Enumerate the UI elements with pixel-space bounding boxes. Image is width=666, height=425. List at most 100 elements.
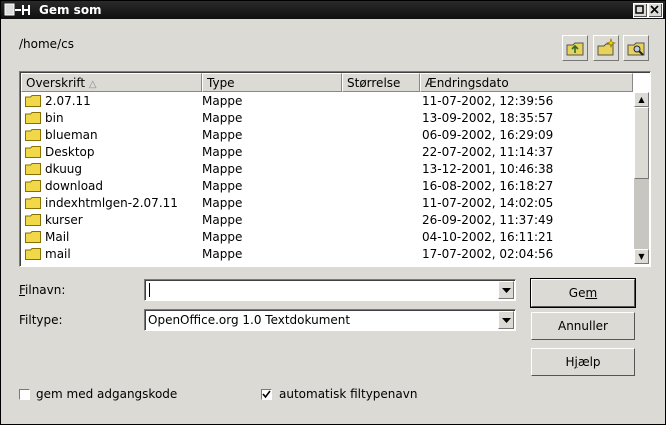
file-name: dkuug xyxy=(45,162,83,176)
file-date: 11-07-2002, 12:39:56 xyxy=(422,94,554,108)
table-row[interactable]: mail Mappe 17-07-2002, 02:04:56 xyxy=(21,246,633,263)
file-name: Mail xyxy=(45,230,70,244)
file-type: Mappe xyxy=(202,196,243,210)
file-type: Mappe xyxy=(202,230,243,244)
file-type: Mappe xyxy=(202,247,243,261)
file-name: indexhtmlgen-2.07.11 xyxy=(45,196,178,210)
column-header-date-label: Ændringsdato xyxy=(425,76,509,90)
folder-icon xyxy=(25,197,41,209)
filename-dropdown-button[interactable] xyxy=(498,281,514,299)
file-date: 16-08-2002, 16:18:27 xyxy=(422,179,554,193)
table-row[interactable]: 2.07.11 Mappe 11-07-2002, 12:39:56 xyxy=(21,93,633,110)
filetype-dropdown-button[interactable] xyxy=(498,311,514,329)
vertical-scrollbar[interactable]: ▲ ▼ xyxy=(634,92,649,264)
file-date: 17-07-2002, 02:04:56 xyxy=(422,247,554,261)
file-name: mail xyxy=(45,247,71,261)
chevron-down-icon xyxy=(502,318,511,323)
password-checkbox[interactable] xyxy=(19,389,30,400)
column-header-size-label: Størrelse xyxy=(347,76,401,90)
cancel-button-label: Annuller xyxy=(557,319,608,333)
filename-label-text: ilnavn: xyxy=(25,283,66,297)
filename-combobox[interactable] xyxy=(144,279,516,301)
auto-extension-checkbox[interactable] xyxy=(261,389,272,400)
title-bar[interactable]: Gem som xyxy=(1,1,665,19)
scroll-down-button[interactable]: ▼ xyxy=(634,249,649,264)
table-row[interactable]: indexhtmlgen-2.07.11 Mappe 11-07-2002, 14:… xyxy=(21,195,633,212)
sort-ascending-icon: △ xyxy=(88,79,97,90)
file-date: 04-10-2002, 16:11:21 xyxy=(422,230,554,244)
folder-icon xyxy=(25,231,41,243)
file-date: 13-12-2001, 10:46:38 xyxy=(422,162,554,176)
close-icon xyxy=(650,5,659,14)
table-row[interactable]: Desktop Mappe 22-07-2002, 11:14:37 xyxy=(21,144,633,161)
file-type: Mappe xyxy=(202,145,243,159)
save-as-dialog: Gem som /home/cs Overskrift △ Type Størr… xyxy=(0,0,666,425)
file-date: 06-09-2002, 16:29:09 xyxy=(422,128,554,142)
file-list[interactable]: Overskrift △ Type Størrelse Ændringsdato… xyxy=(19,71,651,267)
folder-icon xyxy=(25,248,41,260)
filename-label: Filnavn: xyxy=(19,283,65,297)
folder-up-icon xyxy=(566,42,584,56)
folder-icon xyxy=(25,95,41,107)
folder-browse-button[interactable] xyxy=(623,35,649,61)
table-row[interactable]: blueman Mappe 06-09-2002, 16:29:09 xyxy=(21,127,633,144)
table-row[interactable]: Mail Mappe 04-10-2002, 16:11:21 xyxy=(21,229,633,246)
file-date: 26-09-2002, 11:37:49 xyxy=(422,213,554,227)
window-menu-icon[interactable] xyxy=(4,3,32,17)
chevron-down-icon xyxy=(502,288,511,293)
help-button-label-rest: ælp xyxy=(577,355,601,369)
folder-icon xyxy=(25,163,41,175)
window-title: Gem som xyxy=(39,3,102,17)
file-name: Desktop xyxy=(45,145,95,159)
help-button[interactable]: Hjælp xyxy=(531,348,635,376)
scrollbar-thumb[interactable] xyxy=(634,107,649,179)
file-date: 13-09-2002, 18:35:57 xyxy=(422,111,554,125)
folder-icon xyxy=(25,214,41,226)
cancel-button[interactable]: Annuller xyxy=(531,312,635,340)
scroll-up-button[interactable]: ▲ xyxy=(634,92,649,107)
file-type: Mappe xyxy=(202,111,243,125)
maximize-button[interactable] xyxy=(633,3,648,18)
table-row[interactable]: download Mappe 16-08-2002, 16:18:27 xyxy=(21,178,633,195)
close-button[interactable] xyxy=(648,3,663,18)
folder-icon xyxy=(25,146,41,158)
file-type: Mappe xyxy=(202,94,243,108)
filetype-selected-value: OpenOffice.org 1.0 Textdokument xyxy=(148,313,351,327)
checkmark-icon xyxy=(262,390,271,399)
table-row[interactable]: kurser Mappe 26-09-2002, 11:37:49 xyxy=(21,212,633,229)
file-name: bin xyxy=(45,111,64,125)
column-header-date[interactable]: Ændringsdato xyxy=(420,73,633,92)
file-name: 2.07.11 xyxy=(45,94,91,108)
column-header-size[interactable]: Størrelse xyxy=(342,73,420,92)
file-name: kurser xyxy=(45,213,83,227)
table-row[interactable]: dkuug Mappe 13-12-2001, 10:46:38 xyxy=(21,161,633,178)
filetype-select[interactable]: OpenOffice.org 1.0 Textdokument xyxy=(144,309,516,331)
password-checkbox-label[interactable]: gem med adgangskode xyxy=(36,387,177,401)
file-type: Mappe xyxy=(202,179,243,193)
new-folder-icon xyxy=(597,38,616,56)
file-date: 22-07-2002, 11:14:37 xyxy=(422,145,554,159)
file-type: Mappe xyxy=(202,128,243,142)
folder-browse-icon xyxy=(627,42,645,56)
file-name: blueman xyxy=(45,128,98,142)
folder-icon xyxy=(25,129,41,141)
column-header-name-label: Overskrift xyxy=(26,76,86,90)
file-type: Mappe xyxy=(202,162,243,176)
save-button[interactable]: Gem xyxy=(530,278,636,308)
folder-up-button[interactable] xyxy=(562,35,588,61)
column-header-type[interactable]: Type xyxy=(202,73,342,92)
new-folder-button[interactable] xyxy=(593,35,619,61)
auto-extension-checkbox-label[interactable]: automatisk filtypenavn xyxy=(279,387,417,401)
table-row[interactable]: bin Mappe 13-09-2002, 18:35:57 xyxy=(21,110,633,127)
column-header-type-label: Type xyxy=(207,76,235,90)
file-date: 11-07-2002, 14:02:05 xyxy=(422,196,554,210)
file-name: download xyxy=(45,179,104,193)
column-header-name[interactable]: Overskrift △ xyxy=(21,73,202,92)
save-button-label: Ge xyxy=(568,286,586,300)
maximize-icon xyxy=(635,5,644,14)
filetype-label: Filtype: xyxy=(19,313,63,327)
folder-icon xyxy=(25,180,41,192)
folder-icon xyxy=(25,112,41,124)
file-type: Mappe xyxy=(202,213,243,227)
save-button-mnemonic: m xyxy=(585,286,598,300)
